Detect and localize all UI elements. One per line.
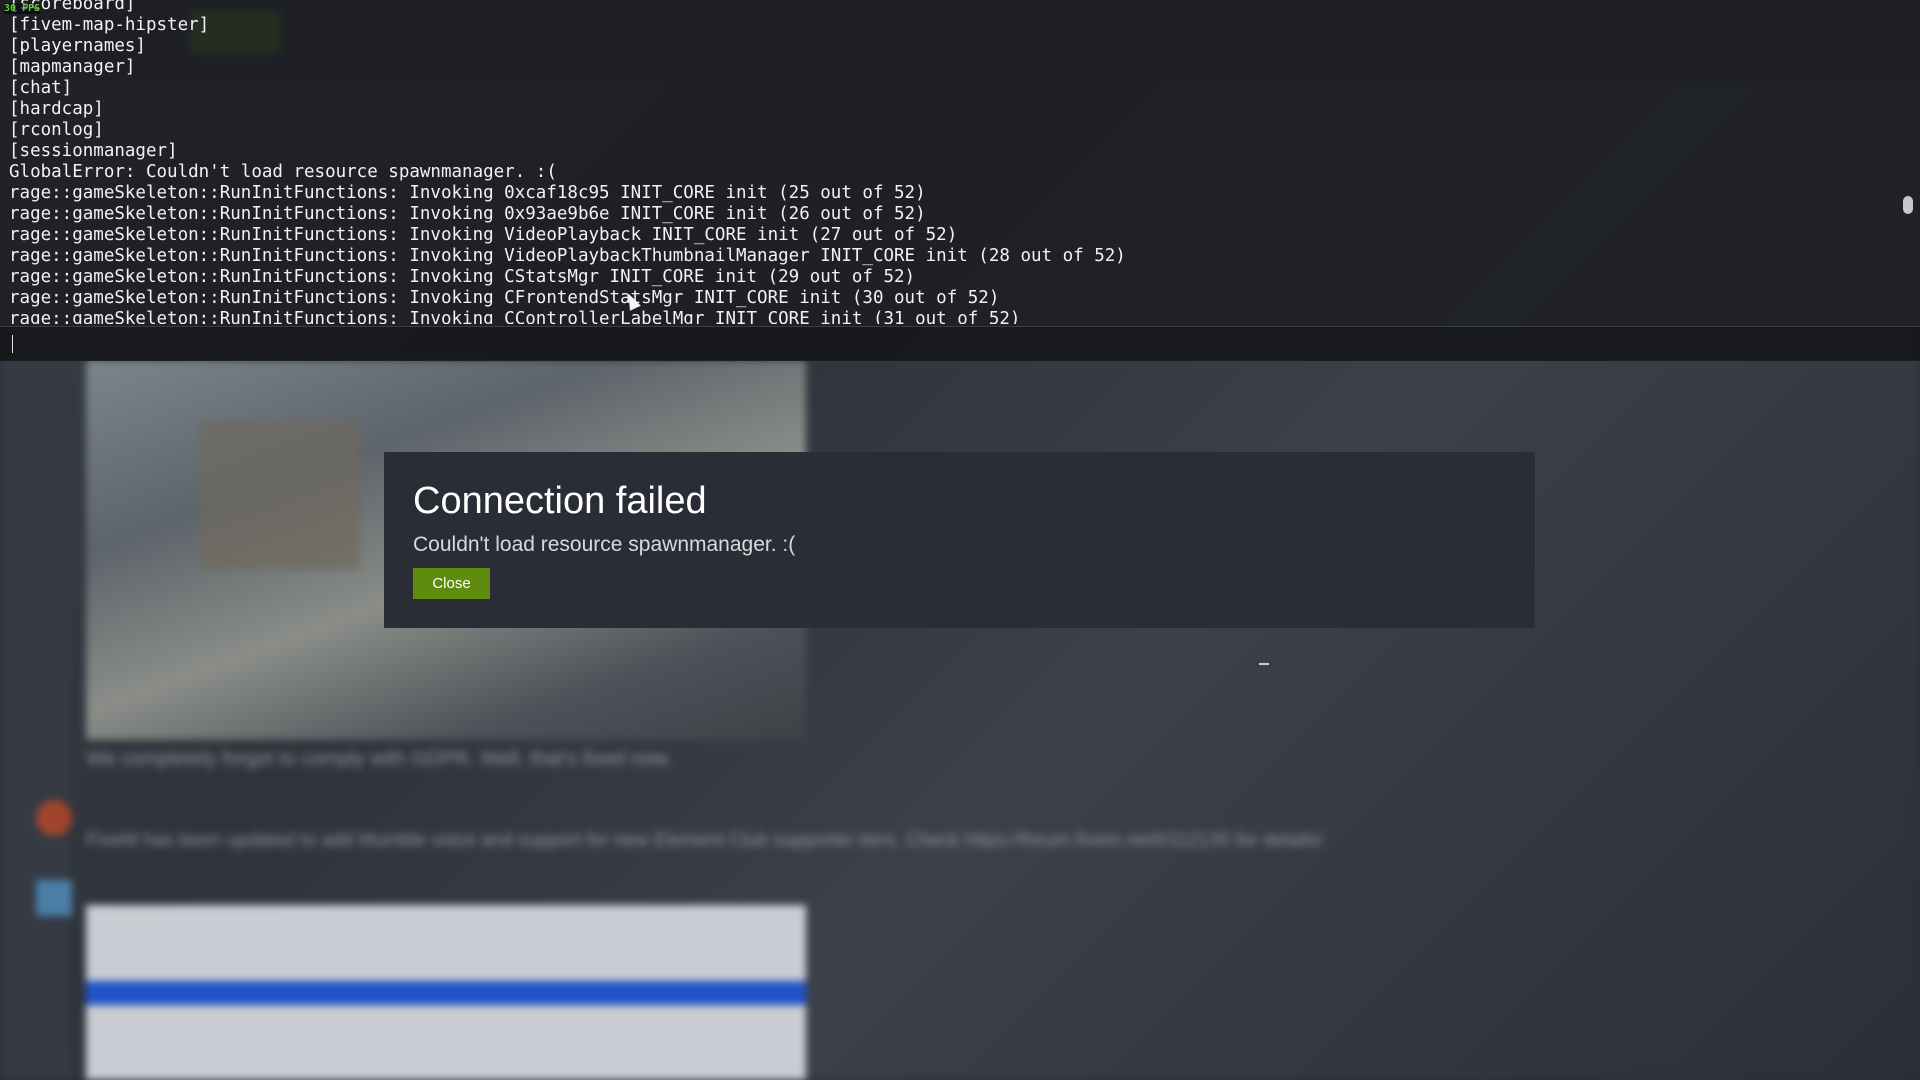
connection-failed-dialog: Connection failed Couldn't load resource… (384, 452, 1535, 628)
console-log-line: rage::gameSkeleton::RunInitFunctions: In… (9, 267, 916, 287)
avatar (36, 880, 72, 916)
console-log-line: GlobalError: Couldn't load resource spaw… (9, 162, 557, 182)
console-log-line: [fivem-map-hipster] (9, 15, 210, 35)
console-log-line: rage::gameSkeleton::RunInitFunctions: In… (9, 309, 1021, 324)
console-log-line: rage::gameSkeleton::RunInitFunctions: In… (9, 225, 958, 245)
console-log-line: [playernames] (9, 36, 146, 56)
background-tree-screenshot (86, 905, 806, 1080)
avatar (36, 800, 72, 836)
console-log-lines: [scoreboard] [fivem-map-hipster] [playerna… (9, 0, 1126, 324)
text-caret (12, 335, 13, 353)
console-log-line: [sessionmanager] (9, 141, 178, 161)
tree-row-selected (86, 981, 806, 1005)
console-log-line: rage::gameSkeleton::RunInitFunctions: In… (9, 204, 926, 224)
minimize-icon[interactable] (1259, 663, 1269, 665)
console-log-line: rage::gameSkeleton::RunInitFunctions: In… (9, 246, 1126, 266)
console-log-line: [mapmanager] (9, 57, 136, 77)
background-post-text: FiveM has been updated to add Mumble voi… (86, 830, 1324, 851)
console-log-line: rage::gameSkeleton::RunInitFunctions: In… (9, 183, 926, 203)
console-log-line: [scoreboard] (9, 0, 136, 14)
console-scrollbar[interactable] (1896, 0, 1920, 324)
developer-console: [scoreboard] [fivem-map-hipster] [playerna… (0, 0, 1920, 665)
background-video-detail (200, 420, 360, 570)
console-log-line: [chat] (9, 78, 73, 98)
console-log-line: rage::gameSkeleton::RunInitFunctions: In… (9, 288, 1000, 308)
fps-counter: 30 FPS (4, 3, 41, 14)
console-scroll-thumb[interactable] (1903, 196, 1913, 214)
dialog-message: Couldn't load resource spawnmanager. :( (413, 533, 796, 556)
console-log-line: [rconlog] (9, 120, 104, 140)
background-caption: We completely forgot to comply with GDPR… (86, 748, 672, 770)
background-sidebar (0, 360, 70, 1080)
console-input[interactable] (0, 326, 1920, 665)
close-button[interactable]: Close (413, 568, 490, 599)
console-log: [scoreboard] [fivem-map-hipster] [playerna… (0, 0, 1896, 324)
dialog-title: Connection failed (413, 480, 707, 522)
console-log-line: [hardcap] (9, 99, 104, 119)
